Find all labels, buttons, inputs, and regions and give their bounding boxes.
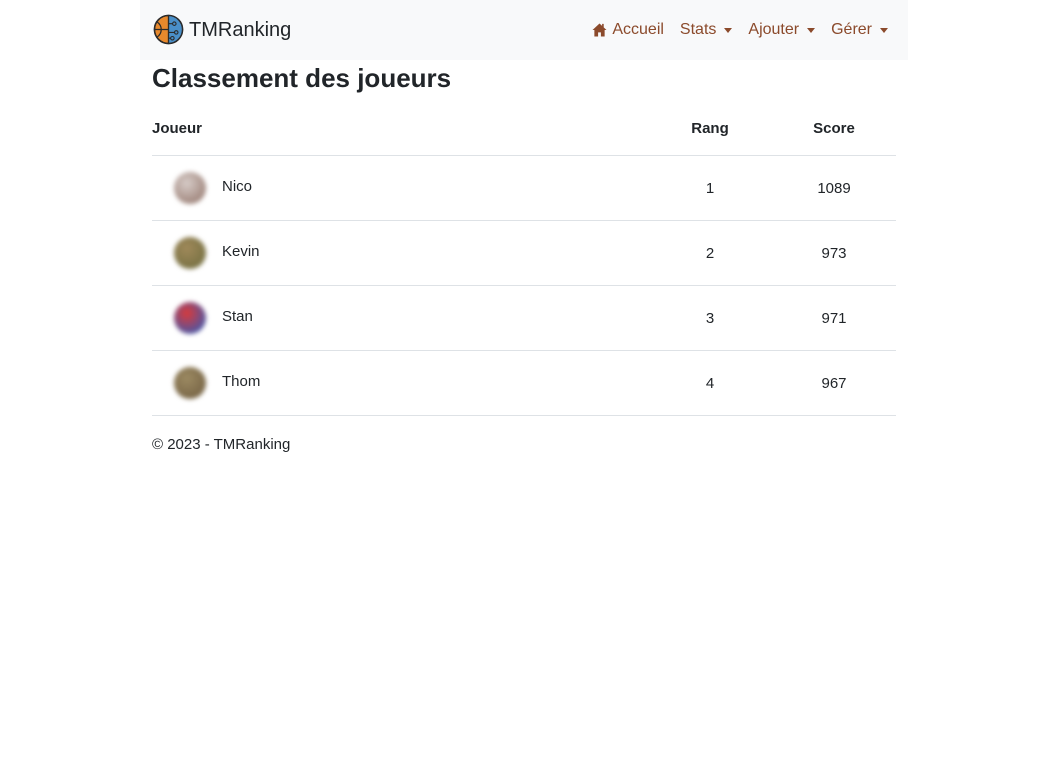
nav-manage-label: Gérer xyxy=(831,21,872,38)
brand-link[interactable]: TMRanking xyxy=(153,14,291,45)
player-name: Kevin xyxy=(222,242,260,260)
rank-cell: 1 xyxy=(648,155,772,221)
caret-down-icon xyxy=(880,27,888,33)
nav-manage-dropdown[interactable]: Gérer xyxy=(831,21,888,39)
rank-cell: 3 xyxy=(648,285,772,351)
nav-add-label: Ajouter xyxy=(748,21,800,38)
player-cell: Nico xyxy=(152,155,648,221)
avatar xyxy=(174,237,206,269)
player-cell: Thom xyxy=(152,350,648,416)
column-header-player: Joueur xyxy=(152,101,648,156)
player-name: Nico xyxy=(222,177,253,195)
nav-home-label: Accueil xyxy=(612,21,664,38)
ranking-table: Joueur Rang Score Nico 1 1089 Kevin 2 97… xyxy=(152,101,896,416)
avatar xyxy=(174,172,206,204)
rank-cell: 2 xyxy=(648,220,772,286)
table-row[interactable]: Stan 3 971 xyxy=(152,285,896,351)
column-header-score: Score xyxy=(772,101,896,156)
table-header-row: Joueur Rang Score xyxy=(152,101,896,156)
score-cell: 971 xyxy=(772,285,896,351)
footer-copyright: © 2023 - TMRanking xyxy=(152,436,291,453)
page-container: TMRanking Accueil Stats Ajouter Gérer Cl… xyxy=(140,0,908,453)
caret-down-icon xyxy=(807,27,816,33)
score-cell: 967 xyxy=(772,350,896,416)
navbar: TMRanking Accueil Stats Ajouter Gérer xyxy=(140,0,908,60)
player-cell: Kevin xyxy=(152,220,648,286)
page-title: Classement des joueurs xyxy=(152,63,452,93)
player-name: Thom xyxy=(222,372,261,390)
nav-stats-label: Stats xyxy=(679,21,717,38)
brand-name: TMRanking xyxy=(189,18,292,41)
table-row[interactable]: Thom 4 967 xyxy=(152,350,896,416)
column-header-rank: Rang xyxy=(648,101,772,156)
score-cell: 973 xyxy=(772,220,896,286)
table-row[interactable]: Kevin 2 973 xyxy=(152,220,896,286)
nav-menu: Accueil Stats Ajouter Gérer xyxy=(592,0,888,60)
table-row[interactable]: Nico 1 1089 xyxy=(152,155,896,221)
nav-add-dropdown[interactable]: Ajouter xyxy=(748,21,816,39)
avatar xyxy=(174,367,206,399)
home-icon xyxy=(592,23,607,37)
nav-home-link[interactable]: Accueil xyxy=(592,21,664,39)
basketball-brain-logo-icon xyxy=(153,14,184,45)
caret-down-icon xyxy=(724,27,733,33)
nav-stats-dropdown[interactable]: Stats xyxy=(679,21,733,39)
rank-cell: 4 xyxy=(648,350,772,416)
player-cell: Stan xyxy=(152,285,648,351)
avatar xyxy=(174,302,206,334)
score-cell: 1089 xyxy=(772,155,896,221)
player-name: Stan xyxy=(222,307,253,325)
